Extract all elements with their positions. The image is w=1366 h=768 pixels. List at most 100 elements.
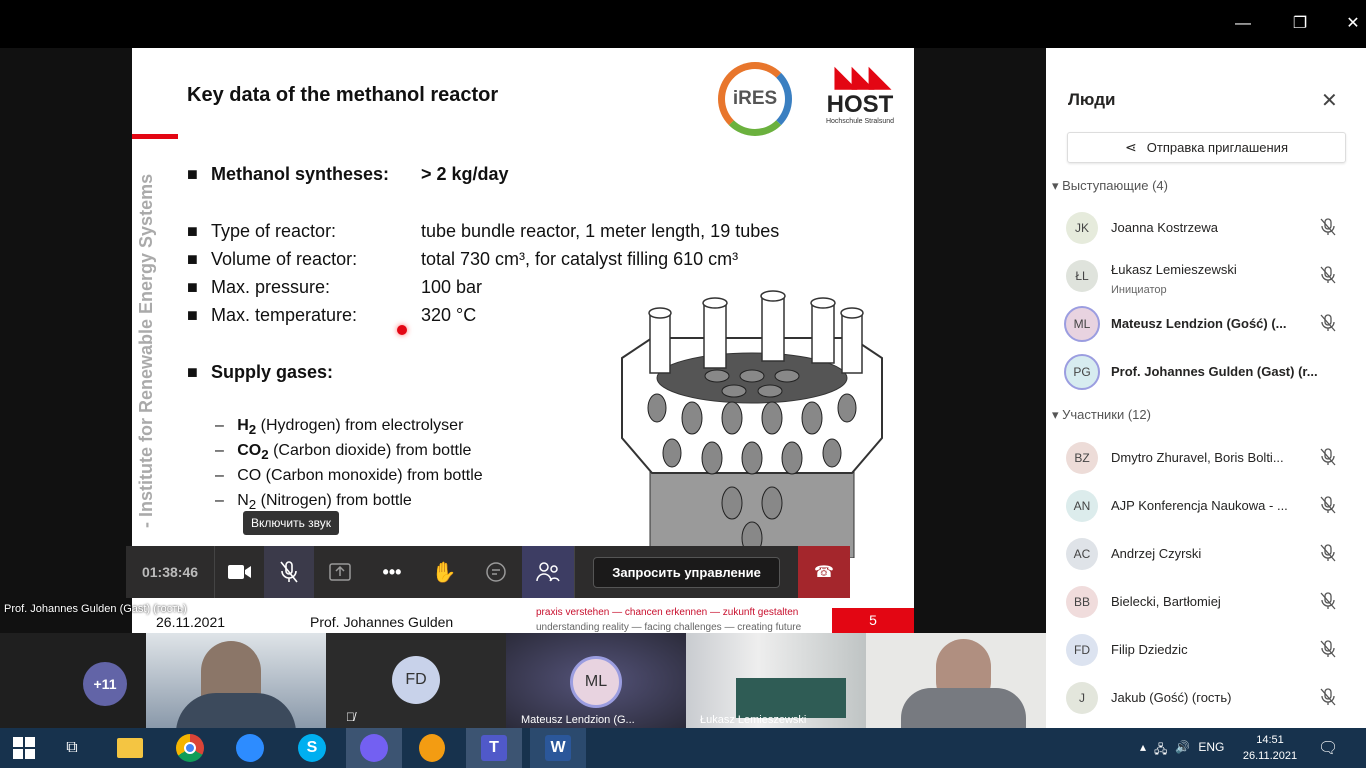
viber-icon [360, 734, 388, 762]
task-view-button[interactable]: ⧉ [48, 728, 96, 768]
participant-row[interactable]: BZ Dmytro Zhuravel, Boris Bolti... [1046, 434, 1366, 482]
mic-off-icon [1320, 448, 1336, 466]
avatar: J [1066, 682, 1098, 714]
clock-date: 26.11.2021 [1242, 750, 1298, 762]
participant-row[interactable]: AN AJP Konferencja Naukowa - ... [1046, 482, 1366, 530]
room-seats [736, 678, 846, 718]
skype-icon: S [298, 734, 326, 762]
panel-title: Люди [1068, 90, 1116, 109]
participant-row[interactable]: AC Andrzej Czyrski [1046, 530, 1366, 578]
attendees-header[interactable]: ▾ Участники (12) [1052, 407, 1151, 423]
meeting-controls-bar: 01:38:46 ••• ✋ Запросить управление ☎ [126, 546, 850, 598]
avatar: ML [1064, 306, 1100, 342]
participant-row[interactable]: PG Prof. Johannes Gulden (Gast) (r... [1046, 348, 1366, 396]
video-tile-lukasz[interactable]: Łukasz Lemieszewski [686, 633, 866, 728]
section-label: Выступающие (4) [1062, 178, 1168, 193]
video-tile-fd[interactable]: FD 🎙̸ [326, 633, 506, 728]
participant-row[interactable]: J Jakub (Gość) (гость) [1046, 674, 1366, 722]
presenters-header[interactable]: ▾ Выступающие (4) [1052, 178, 1168, 194]
close-window-button[interactable]: ✕ [1338, 10, 1366, 38]
avatar: ŁL [1066, 260, 1098, 292]
people-panel: Люди ✕ ⋖ Отправка приглашения ▾ Выступающ… [1046, 48, 1366, 728]
participant-row[interactable]: ŁL Łukasz Lemieszewski Инициатор [1046, 252, 1366, 300]
video-tile-self[interactable] [866, 633, 1046, 728]
slide-page-number: 5 [832, 608, 914, 633]
gas-n2: – N2 (Nitrogen) from bottle [215, 492, 412, 513]
video-tile-ml[interactable]: ML Mateusz Lendzion (G... [506, 633, 686, 728]
notifications-icon[interactable]: 🗨 [1318, 738, 1338, 758]
bullet-temperature: ■ Max. temperature: 320 °C [187, 305, 477, 325]
start-button[interactable] [0, 728, 48, 768]
chat-icon [486, 562, 506, 582]
tray-chevron-icon[interactable]: ▴ [1140, 740, 1146, 761]
windows-icon [13, 737, 35, 759]
host-logo: ◣◣◣ HOST Hochschule Stralsund [825, 60, 895, 126]
participant-row[interactable]: JK Joanna Kostrzewa [1046, 204, 1366, 252]
participant-name: Mateusz Lendzion (Gość) (... [1111, 316, 1287, 331]
participant-name: Łukasz Lemieszewski [1111, 262, 1237, 277]
hang-up-icon: ☎ [814, 564, 834, 581]
red-accent-bar [132, 134, 178, 139]
mic-off-icon [280, 561, 298, 583]
mic-off-icon [1320, 496, 1336, 514]
overflow-tile[interactable]: +11 [0, 633, 146, 728]
close-panel-button[interactable]: ✕ [1321, 88, 1338, 113]
gas-co: – CO (Carbon monoxide) from bottle [215, 467, 483, 484]
unmute-tooltip: Включить звук [243, 511, 340, 535]
institute-vertical-text: - Institute for Renewable Energy Systems [136, 173, 156, 528]
share-icon [329, 563, 351, 581]
share-screen-button[interactable] [314, 546, 366, 598]
network-icon[interactable]: 🖧 [1154, 740, 1167, 761]
slide-motto-en: understanding reality — facing challenge… [536, 622, 802, 633]
invite-button[interactable]: ⋖ Отправка приглашения [1067, 132, 1346, 163]
call-timer: 01:38:46 [141, 564, 199, 580]
participant-name: Joanna Kostrzewa [1111, 220, 1218, 235]
microphone-button[interactable] [264, 546, 314, 598]
taskbar-explorer[interactable] [106, 728, 154, 768]
clock-time: 14:51 [1256, 734, 1284, 746]
overflow-count[interactable]: +11 [83, 662, 127, 706]
taskbar-clock[interactable]: 14:51 26.11.2021 [1240, 732, 1300, 764]
participant-row[interactable]: ML Mateusz Lendzion (Gość) (... [1046, 300, 1366, 348]
system-tray: ▴ 🖧 🔊 ENG [1140, 740, 1224, 761]
avatar: FD [392, 656, 440, 704]
hand-icon: ✋ [431, 561, 457, 584]
taskbar-vpn[interactable] [408, 728, 456, 768]
leave-call-button[interactable]: ☎ [798, 546, 850, 598]
participant-row[interactable]: FD Filip Dziedzic [1046, 626, 1366, 674]
avatar: FD [1066, 634, 1098, 666]
chat-button[interactable] [470, 546, 522, 598]
participant-name: Bielecki, Bartłomiej [1111, 594, 1221, 609]
minimize-button[interactable]: — [1228, 10, 1258, 38]
volume-icon[interactable]: 🔊 [1175, 740, 1190, 761]
mic-off-icon: 🎙̸ [346, 710, 355, 724]
participant-name: Jakub (Gość) (гость) [1111, 690, 1232, 705]
bullet-pressure: ■ Max. pressure: 100 bar [187, 277, 483, 297]
avatar: AC [1066, 538, 1098, 570]
language-indicator[interactable]: ENG [1198, 740, 1224, 761]
video-tile-gulden[interactable] [146, 633, 326, 728]
taskbar-zoom[interactable] [226, 728, 274, 768]
maximize-button[interactable]: ❐ [1285, 10, 1315, 38]
windows-taskbar: ⧉ S T W ▴ 🖧 🔊 ENG 14:51 26.11.2021 🗨 [0, 728, 1366, 768]
taskbar-word[interactable]: W [530, 728, 586, 768]
taskbar-skype[interactable]: S [288, 728, 336, 768]
tile-label: Łukasz Lemieszewski [700, 714, 807, 726]
gas-h2: – H2 (Hydrogen) from electrolyser [215, 417, 464, 438]
taskbar-teams[interactable]: T [466, 728, 522, 768]
participant-row[interactable]: BB Bielecki, Bartłomiej [1046, 578, 1366, 626]
request-control-button[interactable]: Запросить управление [593, 556, 780, 588]
slide-footer-author: Prof. Johannes Gulden [310, 614, 454, 630]
participants-button[interactable] [522, 546, 574, 598]
camera-button[interactable] [214, 546, 264, 598]
more-icon: ••• [382, 561, 402, 582]
mic-off-icon [1320, 218, 1336, 236]
folder-icon [117, 738, 143, 758]
more-actions-button[interactable]: ••• [366, 546, 418, 598]
people-icon [536, 562, 560, 582]
avatar: BZ [1066, 442, 1098, 474]
raise-hand-button[interactable]: ✋ [418, 546, 470, 598]
taskbar-chrome[interactable] [166, 728, 214, 768]
taskbar-viber[interactable] [346, 728, 402, 768]
avatar: AN [1066, 490, 1098, 522]
